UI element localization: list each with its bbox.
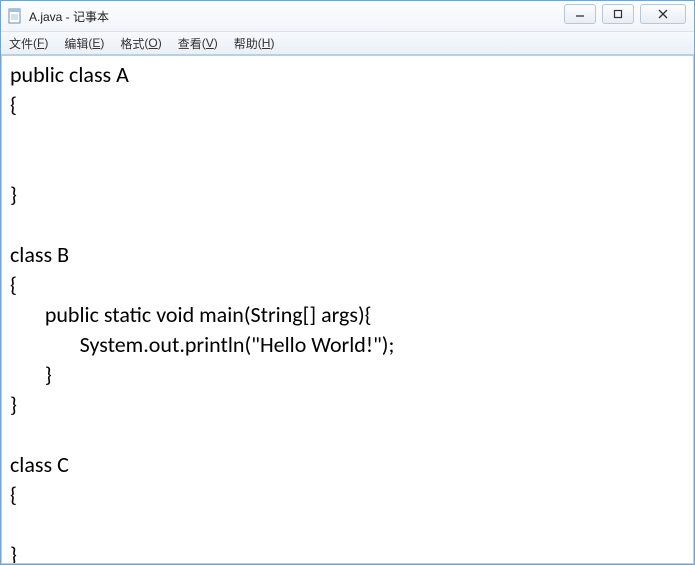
window-title: A.java - 记事本 [29,8,109,25]
maximize-button[interactable] [602,4,634,24]
menu-file[interactable]: 文件(F) [1,32,56,54]
menu-edit[interactable]: 编辑(E) [56,32,112,54]
menu-help[interactable]: 帮助(H) [226,32,283,54]
maximize-icon [613,9,623,19]
title-bar[interactable]: A.java - 记事本 [1,1,694,32]
close-button[interactable] [640,4,686,24]
notepad-window: A.java - 记事本 文件(F) 编辑(E) 格式(O) 查看(V) 帮助(… [0,0,695,565]
minimize-icon [575,9,585,19]
editor-area [1,55,694,564]
menu-format[interactable]: 格式(O) [112,32,169,54]
menu-view[interactable]: 查看(V) [170,32,226,54]
menu-bar: 文件(F) 编辑(E) 格式(O) 查看(V) 帮助(H) [1,32,694,55]
notepad-icon [7,8,23,24]
minimize-button[interactable] [564,4,596,24]
close-icon [657,9,669,19]
window-controls [564,4,686,24]
text-editor[interactable] [2,56,693,563]
